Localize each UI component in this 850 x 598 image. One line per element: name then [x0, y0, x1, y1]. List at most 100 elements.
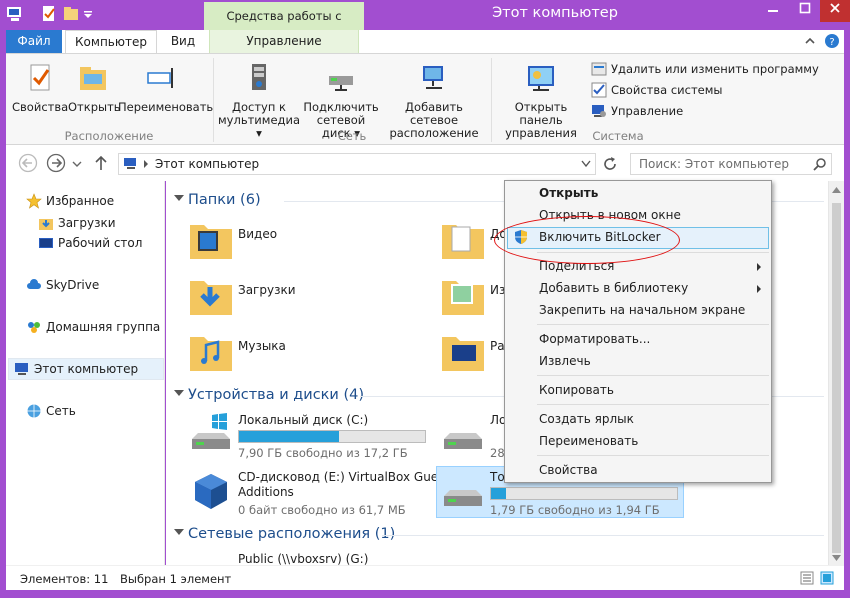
drive-usage-fill: [491, 488, 506, 499]
network-location-item[interactable]: Public (\\vboxsrv) (G:): [188, 552, 428, 565]
refresh-icon[interactable]: [602, 156, 618, 172]
section-folders[interactable]: Папки (6): [174, 192, 261, 208]
search-icon[interactable]: [813, 157, 827, 171]
tab-view[interactable]: Вид: [157, 30, 209, 53]
network-drive-icon: [329, 76, 353, 91]
status-selected-count: Выбран 1 элемент: [120, 572, 232, 586]
properties-check-icon[interactable]: [40, 5, 58, 23]
up-arrow-icon[interactable]: [94, 155, 108, 171]
open-button[interactable]: Открыть: [68, 62, 121, 114]
tab-file[interactable]: Файл: [6, 30, 62, 53]
menu-item-rename[interactable]: Переименовать: [507, 430, 769, 452]
menu-item-properties[interactable]: Свойства: [507, 459, 769, 481]
menu-item-open[interactable]: Открыть: [507, 182, 769, 204]
section-network-label: Сетевые расположения (1): [188, 526, 396, 542]
drive-e[interactable]: CD-дисковод (E:) VirtualBox Guest Additi…: [188, 470, 450, 517]
annotation-ring: [494, 216, 680, 264]
scroll-down-icon[interactable]: [832, 555, 841, 561]
properties-label: Свойства: [12, 100, 69, 114]
drive-label: То: [490, 470, 505, 484]
network-location-icon: [423, 66, 443, 89]
downloads-folder-icon: [39, 219, 53, 230]
menu-item-create-shortcut[interactable]: Создать ярлык: [507, 408, 769, 430]
back-arrow-icon[interactable]: [18, 153, 38, 173]
section-network[interactable]: Сетевые расположения (1): [174, 526, 396, 542]
maximize-icon: [799, 2, 811, 14]
menu-separator: [537, 455, 769, 456]
large-icons-view-icon[interactable]: [820, 571, 834, 585]
documents-folder-icon: [442, 225, 484, 259]
virtualbox-cd-icon: [195, 474, 227, 509]
nav-homegroup-label: Домашняя группа: [46, 320, 161, 334]
group-network-label: Сеть: [337, 129, 367, 143]
folder-label: Ра: [490, 339, 505, 353]
nav-desktop-label: Рабочий стол: [58, 236, 143, 250]
status-bar: Элементов: 11 Выбран 1 элемент: [6, 565, 844, 590]
drive-c[interactable]: Локальный диск (C:) 7,90 ГБ свободно из …: [188, 413, 428, 460]
menu-item-pin-to-start[interactable]: Закрепить на начальном экране: [507, 299, 769, 321]
control-panel-label-1: Открыть панель: [514, 100, 568, 127]
menu-item-add-to-library-label: Добавить в библиотеку: [539, 281, 689, 295]
customize-quick-access-icon[interactable]: [82, 5, 94, 23]
ribbon-tabs: Файл Компьютер Вид Управление ?: [6, 30, 844, 53]
search-input[interactable]: Поиск: Этот компьютер: [630, 153, 832, 175]
media-server-icon: [252, 64, 266, 90]
drive-icon: [444, 490, 482, 506]
computer-icon[interactable]: [6, 5, 24, 23]
vertical-scrollbar[interactable]: [828, 181, 844, 565]
title-bar: Средства работы с дисками Этот компьютер: [0, 0, 850, 51]
open-folder-icon: [80, 67, 106, 90]
minimize-icon: [768, 10, 778, 12]
scroll-up-icon[interactable]: [832, 187, 841, 193]
section-devices[interactable]: Устройства и диски (4): [174, 387, 364, 403]
details-view-icon[interactable]: [800, 571, 814, 585]
drive-label: Локальный диск (C:): [238, 413, 369, 427]
homegroup-icon: [28, 322, 40, 333]
drive-usage-bar: [238, 430, 426, 443]
menu-item-add-to-library[interactable]: Добавить в библиотеку: [507, 277, 769, 299]
scroll-thumb[interactable]: [832, 203, 841, 553]
section-devices-label: Устройства и диски (4): [188, 387, 364, 403]
tab-computer[interactable]: Компьютер: [65, 30, 157, 53]
collapse-ribbon-icon[interactable]: [804, 35, 816, 47]
address-field[interactable]: Этот компьютер: [118, 153, 596, 175]
drive-usage-bar: [490, 487, 678, 500]
menu-item-copy[interactable]: Копировать: [507, 379, 769, 401]
computer-management-icon: [592, 105, 606, 117]
rename-icon: [147, 68, 173, 88]
tab-manage[interactable]: Управление: [209, 30, 359, 53]
menu-item-format[interactable]: Форматировать...: [507, 328, 769, 350]
minimize-button[interactable]: [758, 0, 788, 22]
windows-drive-icon: [192, 413, 230, 449]
drive-label-line2: Additions: [238, 485, 294, 499]
window-title: Этот компьютер: [492, 5, 618, 21]
new-folder-icon[interactable]: [62, 5, 80, 23]
forward-arrow-icon[interactable]: [46, 153, 66, 173]
nav-network-label: Сеть: [46, 404, 76, 418]
address-path: Этот компьютер: [155, 157, 260, 171]
help-icon[interactable]: ?: [824, 33, 840, 49]
drive-icon: [444, 433, 482, 449]
network-icon: [27, 404, 41, 418]
drive-d[interactable]: Ло 28: [440, 413, 506, 460]
group-system-label: Система: [592, 129, 644, 143]
folder-label: Загрузки: [238, 283, 296, 297]
system-properties-icon: [591, 82, 607, 98]
pictures-folder-icon: [442, 281, 484, 315]
properties-button[interactable]: Свойства: [12, 62, 68, 114]
menu-separator: [537, 324, 769, 325]
address-dropdown-icon[interactable]: [581, 160, 591, 168]
recent-locations-icon[interactable]: [72, 159, 82, 169]
rename-label: Переименовать: [118, 100, 214, 114]
folder-label: Видео: [238, 227, 278, 241]
menu-separator: [537, 375, 769, 376]
maximize-button[interactable]: [790, 0, 820, 22]
section-folders-label: Папки (6): [188, 192, 261, 208]
rename-button[interactable]: Переименовать: [118, 62, 214, 114]
close-button[interactable]: [820, 0, 850, 22]
drive-free-space: 7,90 ГБ свободно из 17,2 ГБ: [238, 446, 408, 460]
drive-label: CD-дисковод (E:) VirtualBox Guest: [238, 470, 450, 484]
menu-item-eject[interactable]: Извлечь: [507, 350, 769, 372]
status-item-count: Элементов: 11: [20, 572, 109, 586]
submenu-arrow-icon: [757, 285, 761, 293]
